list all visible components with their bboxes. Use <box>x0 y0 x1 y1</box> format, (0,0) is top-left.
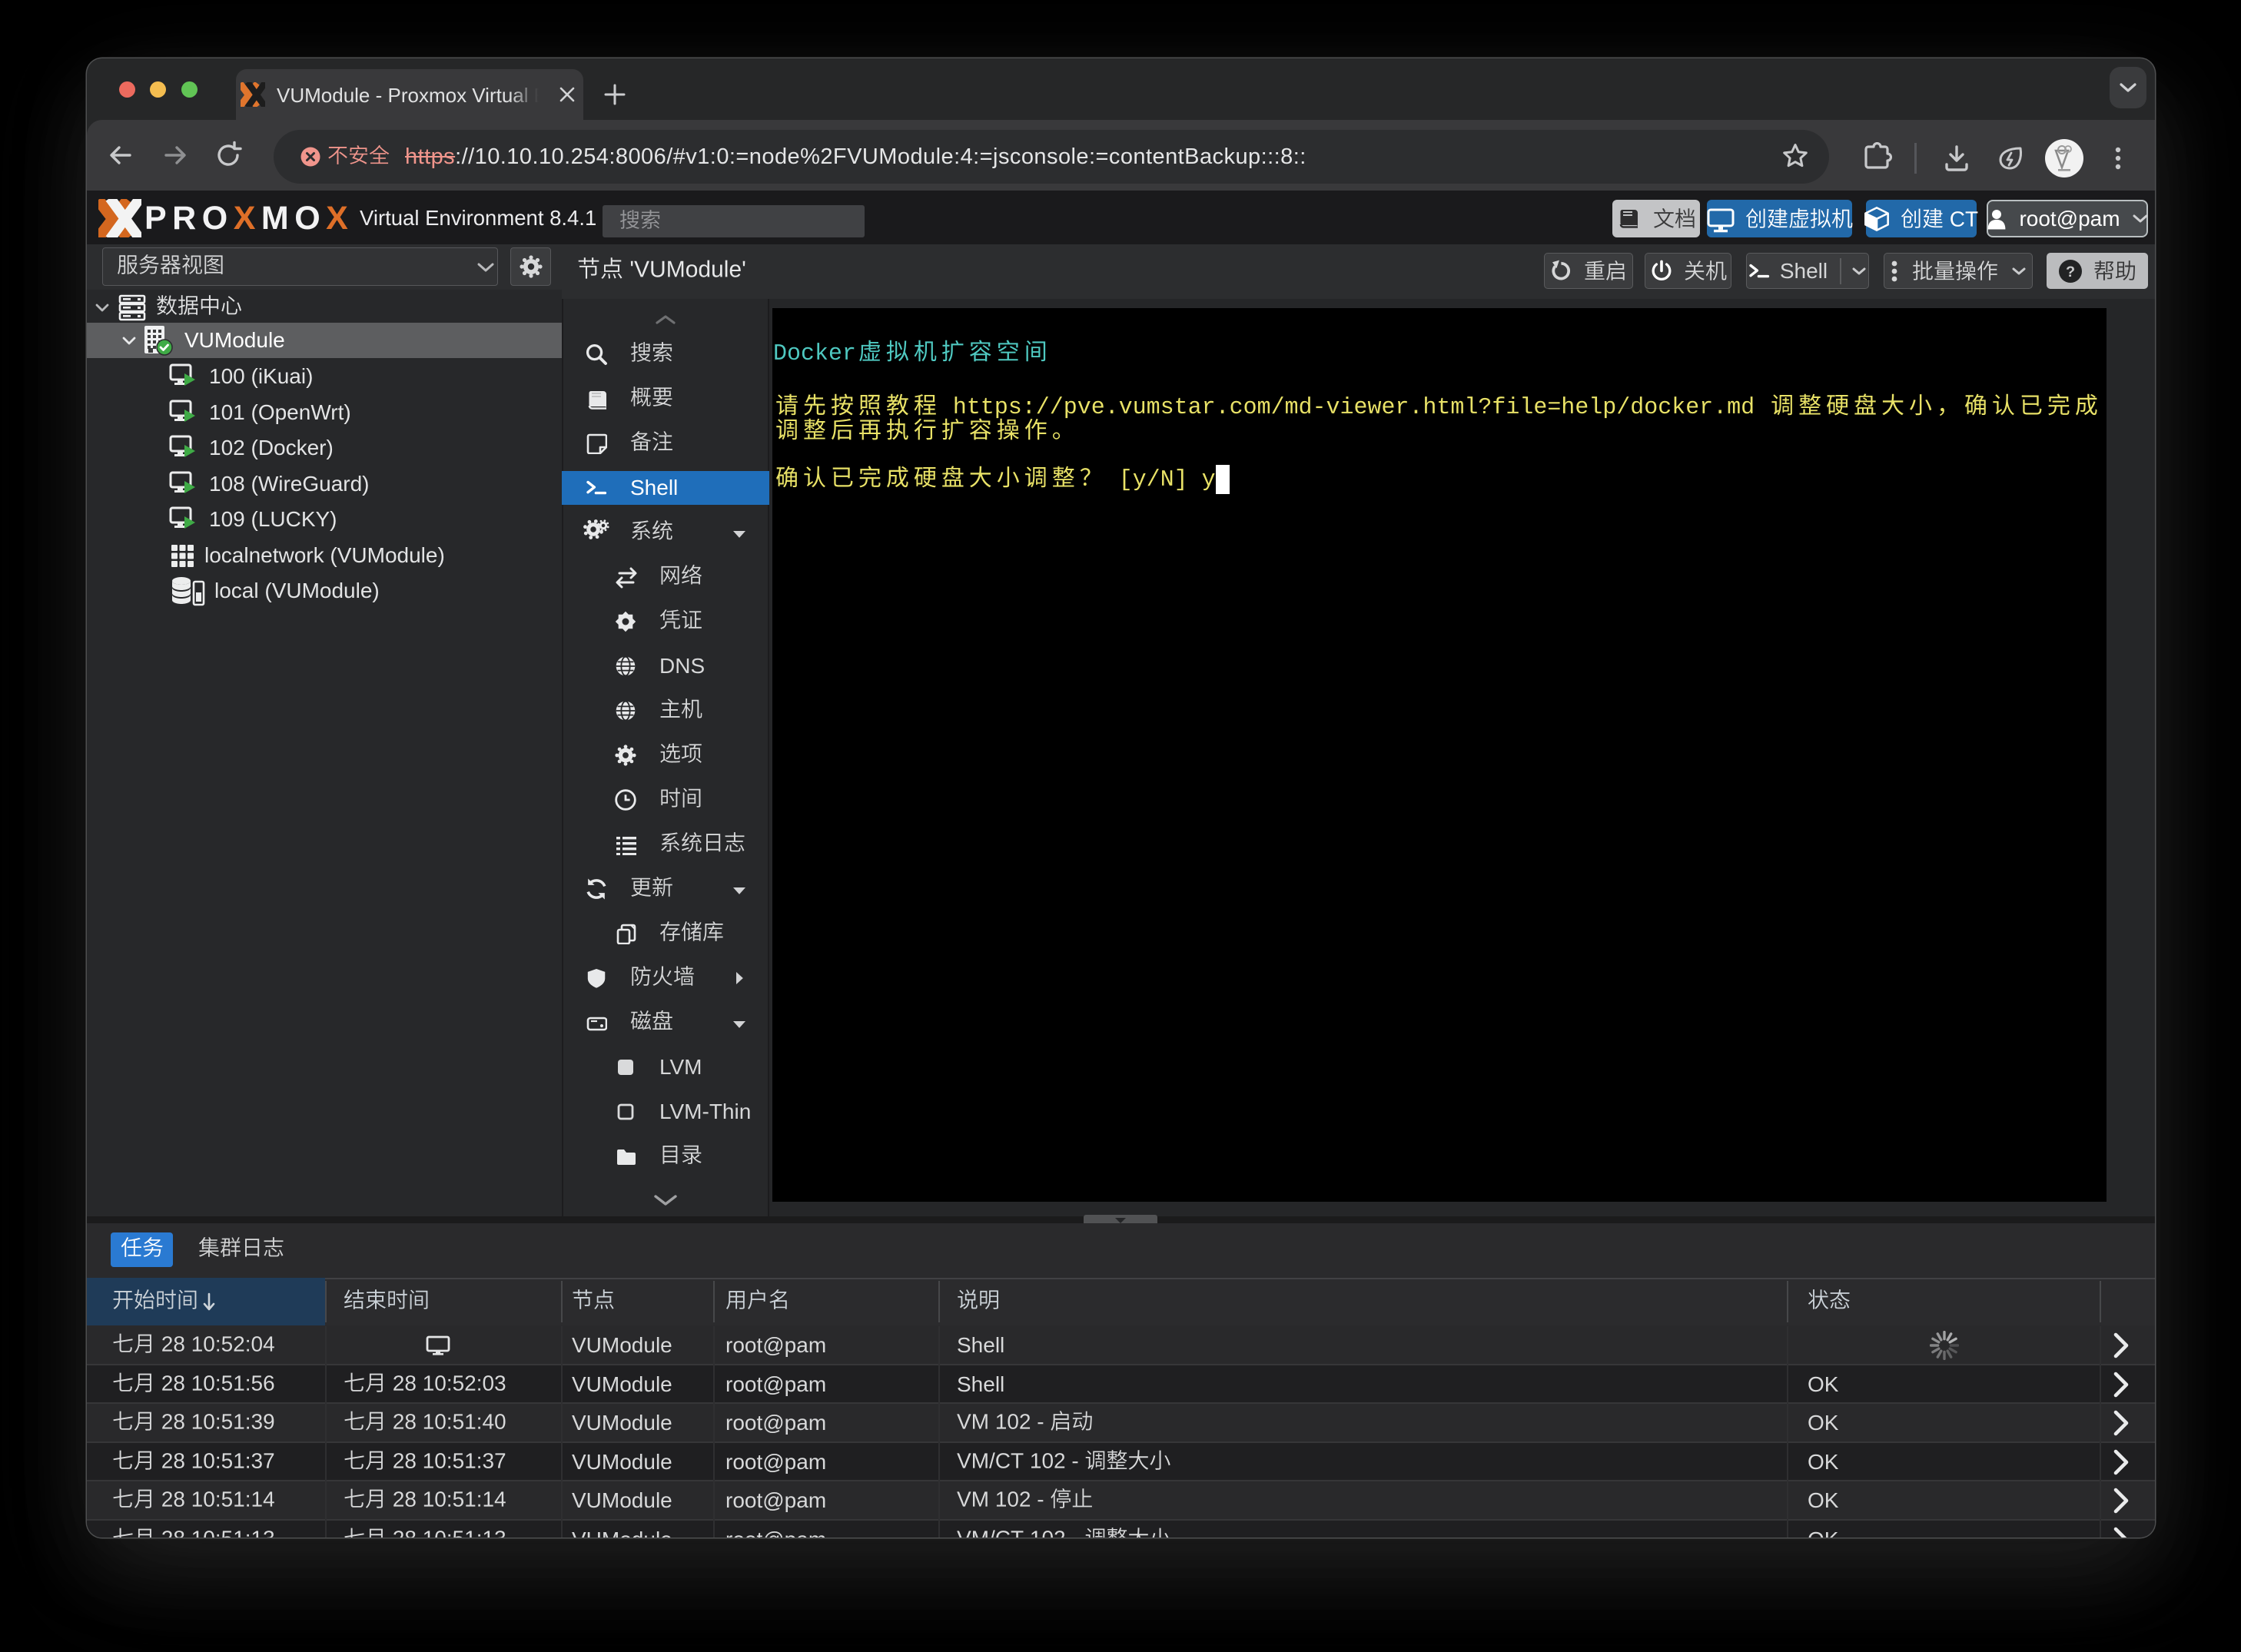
svg-text:?: ? <box>2066 264 2075 280</box>
